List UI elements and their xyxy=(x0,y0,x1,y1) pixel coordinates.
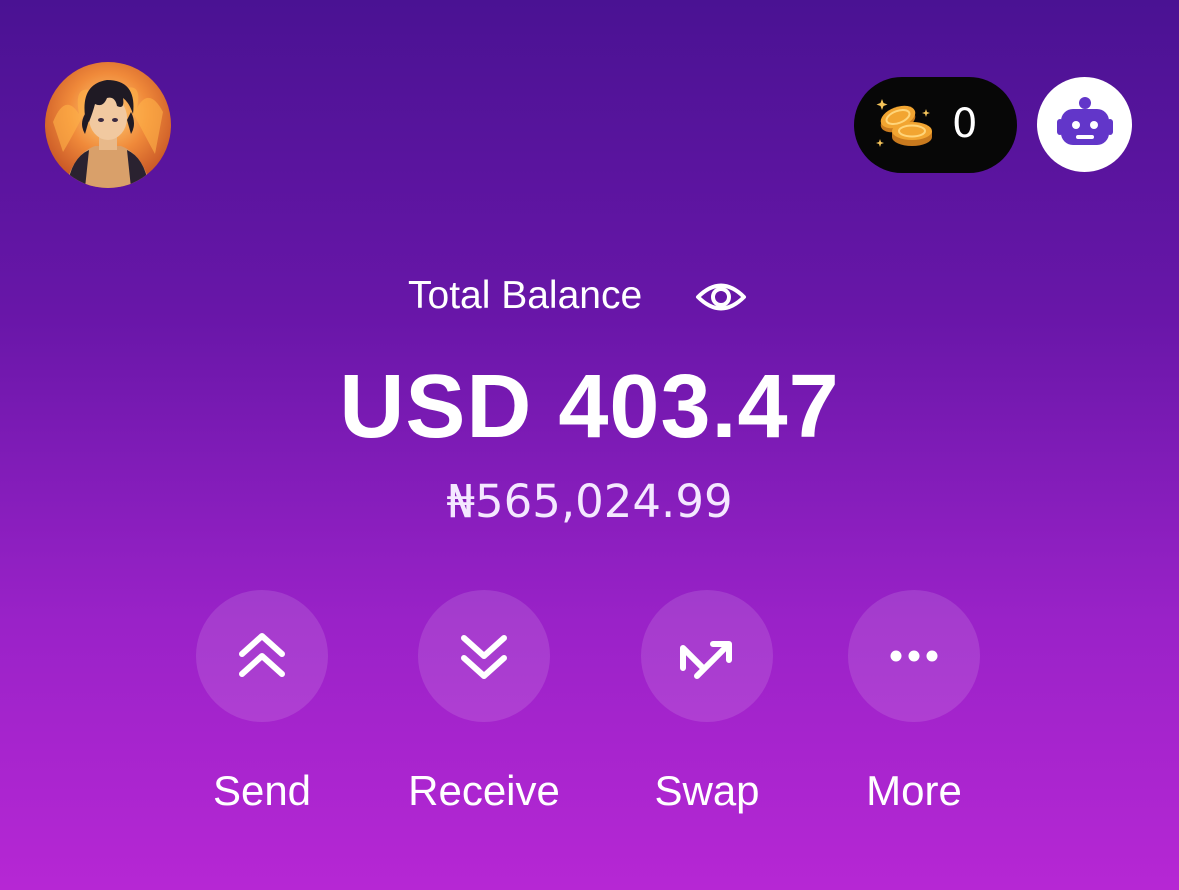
send-button[interactable] xyxy=(196,590,328,722)
action-more: More xyxy=(824,590,1004,820)
swap-button[interactable] xyxy=(641,590,773,722)
action-swap: Swap xyxy=(617,590,797,820)
action-receive: Receive xyxy=(394,590,574,820)
double-chevron-down-icon xyxy=(461,635,507,679)
send-label[interactable]: Send xyxy=(152,763,372,819)
balance-label: Total Balance xyxy=(408,274,643,317)
robot-icon xyxy=(1057,97,1113,145)
more-button[interactable] xyxy=(848,590,980,722)
total-balance-amount: USD 403.47 xyxy=(339,357,840,457)
avatar[interactable] xyxy=(45,62,171,188)
swap-label[interactable]: Swap xyxy=(597,763,817,819)
swap-arrows-icon xyxy=(680,641,732,679)
avatar-image xyxy=(45,62,171,188)
local-currency-balance: ₦565,024.99 xyxy=(446,475,733,528)
coins-icon xyxy=(876,99,932,147)
action-send: Send xyxy=(172,590,352,820)
double-chevron-up-icon xyxy=(239,633,285,677)
coin-rewards-pill[interactable]: 0 xyxy=(854,77,1017,173)
assistant-bot-button[interactable] xyxy=(1037,77,1132,172)
more-label[interactable]: More xyxy=(804,763,1024,819)
eye-icon[interactable] xyxy=(694,274,748,320)
receive-button[interactable] xyxy=(418,590,550,722)
receive-label[interactable]: Receive xyxy=(374,763,594,819)
coin-count: 0 xyxy=(952,101,978,147)
balance-header: Total Balance xyxy=(0,270,1179,322)
wallet-home-screen: 0 Total Balance USD 403.47 ₦565,024.99 S… xyxy=(0,0,1179,890)
more-dots-icon xyxy=(890,650,938,662)
